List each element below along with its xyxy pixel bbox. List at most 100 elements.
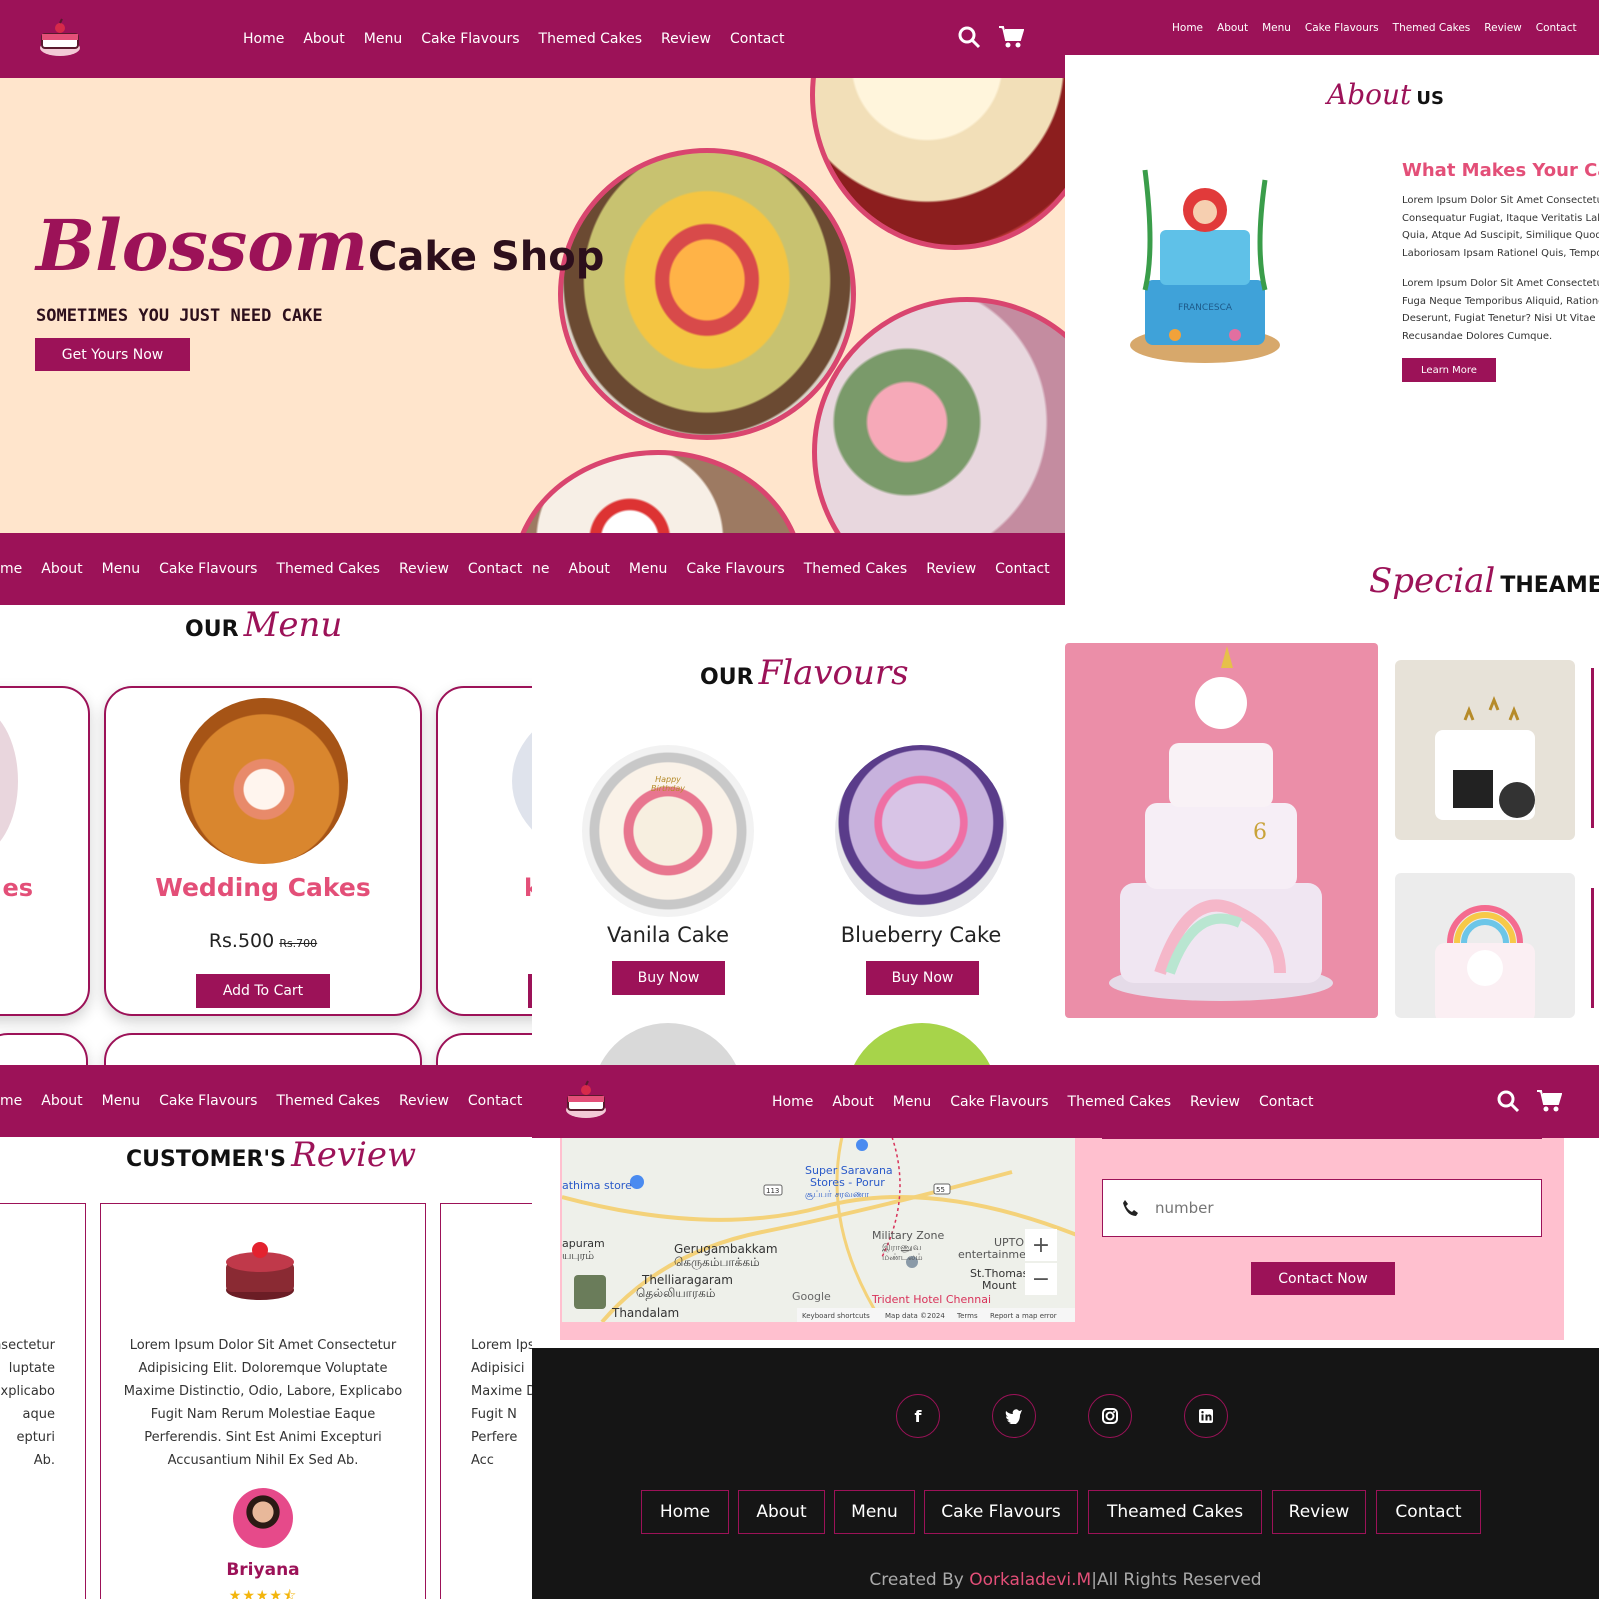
blueberry-buy-now-button[interactable]: Buy Now — [866, 961, 979, 995]
flavours-nav-themed-cakes[interactable]: Themed Cakes — [804, 561, 908, 577]
learn-more-button[interactable]: Learn More — [1402, 358, 1496, 382]
footer-link-menu[interactable]: Menu — [834, 1490, 915, 1534]
review-nav-cake-flavours[interactable]: Cake Flavours — [159, 1093, 257, 1109]
contact-search-icon[interactable] — [1496, 1089, 1520, 1117]
menu-nav-menu[interactable]: Menu — [102, 561, 140, 577]
search-icon[interactable] — [957, 25, 981, 53]
vanila-cake-image: Happy Birthday — [582, 745, 754, 917]
menu-heading: OUR Menu — [185, 605, 342, 645]
menu-nav-themed-cakes[interactable]: Themed Cakes — [276, 561, 380, 577]
hero-section: BlossomCake Shop SOMETIMES YOU JUST NEED… — [0, 0, 1065, 533]
review-text-line: Perfere — [471, 1430, 518, 1445]
nav-home[interactable]: Home — [243, 31, 284, 47]
flavours-nav-contact[interactable]: Contact — [995, 561, 1049, 577]
twitter-icon[interactable] — [992, 1394, 1036, 1438]
map-label: யபுரம் — [562, 1249, 594, 1262]
nav-review[interactable]: Review — [661, 31, 711, 47]
footer-link-about[interactable]: About — [738, 1490, 825, 1534]
about-nav-themed-cakes[interactable]: Themed Cakes — [1393, 22, 1471, 34]
themed-heading-word: THEAMED — [1500, 573, 1599, 598]
facebook-icon[interactable]: f — [896, 1394, 940, 1438]
review-nav-themed-cakes[interactable]: Themed Cakes — [276, 1093, 380, 1109]
menu-nav-review[interactable]: Review — [399, 561, 449, 577]
menu-nav-about[interactable]: About — [41, 561, 82, 577]
themed-heading: Special THEAMED — [1369, 561, 1599, 601]
review-nav-about[interactable]: About — [41, 1093, 82, 1109]
review-text-line: Adipisicing Elit. Doloremque Voluptate — [138, 1361, 388, 1376]
map-keyboard-shortcuts[interactable]: Keyboard shortcuts — [802, 1312, 870, 1320]
phone-input[interactable] — [1155, 1199, 1515, 1217]
contact-nav-review[interactable]: Review — [1190, 1094, 1240, 1110]
about-subheading: What Makes Your Cal — [1402, 160, 1599, 181]
add-to-cart-button[interactable]: Add To Cart — [196, 974, 330, 1008]
contact-cart-icon[interactable] — [1536, 1089, 1563, 1117]
flavours-nav-cake-flavours[interactable]: Cake Flavours — [686, 561, 784, 577]
about-nav-cake-flavours[interactable]: Cake Flavours — [1305, 22, 1379, 34]
footer-link-themed-cakes[interactable]: Theamed Cakes — [1088, 1490, 1262, 1534]
about-nav-about[interactable]: About — [1217, 22, 1248, 34]
menu-nav-cake-flavours[interactable]: Cake Flavours — [159, 561, 257, 577]
contact-nav-cake-flavours[interactable]: Cake Flavours — [950, 1094, 1048, 1110]
footer-link-cake-flavours[interactable]: Cake Flavours — [924, 1490, 1078, 1534]
footer: f Home About Menu Cake Flavours Theamed … — [532, 1348, 1599, 1599]
review-right-text: Lorem Ips Adipisici Maxime D Fugit N Per… — [471, 1334, 532, 1472]
review-left-text: nsectetur luptate Explicabo aque epturi … — [0, 1334, 55, 1472]
nav-menu[interactable]: Menu — [364, 31, 402, 47]
review-nav-menu[interactable]: Menu — [102, 1093, 140, 1109]
get-yours-now-button[interactable]: Get Yours Now — [35, 338, 190, 371]
review-text-line: Accusantium Nihil Ex Sed Ab. — [167, 1453, 359, 1468]
footer-link-contact[interactable]: Contact — [1376, 1490, 1481, 1534]
flavours-nav-menu[interactable]: Menu — [629, 561, 667, 577]
nav-cake-flavours[interactable]: Cake Flavours — [421, 31, 519, 47]
phone-field[interactable] — [1102, 1179, 1542, 1237]
nav-themed-cakes[interactable]: Themed Cakes — [539, 31, 643, 47]
contact-nav-home[interactable]: Home — [772, 1094, 813, 1110]
review-text-line: nsectetur — [0, 1338, 55, 1353]
happy-birthday-topper: Happy Birthday — [651, 775, 685, 793]
map-label: இராணுவ — [882, 1243, 921, 1253]
flavours-nav-review[interactable]: Review — [926, 561, 976, 577]
review-heading-script: Review — [291, 1135, 417, 1175]
contact-nav-menu[interactable]: Menu — [893, 1094, 931, 1110]
footer-link-review[interactable]: Review — [1272, 1490, 1366, 1534]
footer-author-link[interactable]: Oorkaladevi.M — [969, 1570, 1091, 1590]
contact-nav-about[interactable]: About — [832, 1094, 873, 1110]
contact-now-button[interactable]: Contact Now — [1251, 1262, 1395, 1295]
contact-nav-links: Home About Menu Cake Flavours Themed Cak… — [772, 1065, 1313, 1138]
nav-about[interactable]: About — [303, 31, 344, 47]
review-nav-home[interactable]: me — [0, 1093, 22, 1109]
shop-logo[interactable] — [38, 16, 82, 60]
review-nav-review[interactable]: Review — [399, 1093, 449, 1109]
instagram-icon[interactable] — [1088, 1394, 1132, 1438]
map-report-error[interactable]: Report a map error — [990, 1312, 1057, 1320]
linkedin-icon[interactable] — [1184, 1394, 1228, 1438]
about-paragraph-2: Lorem Ipsum Dolor Sit Amet Consectetur F… — [1402, 275, 1599, 345]
menu-section: me About Menu Cake Flavours Themed Cakes… — [0, 533, 532, 1065]
flavours-nav-about[interactable]: About — [569, 561, 610, 577]
nav-contact[interactable]: Contact — [730, 31, 784, 47]
review-nav-contact[interactable]: Contact — [468, 1093, 522, 1109]
vanila-buy-now-button[interactable]: Buy Now — [612, 961, 725, 995]
unicorn-cake-feature-image: 6 — [1065, 643, 1378, 1018]
menu-nav-contact[interactable]: Contact — [468, 561, 522, 577]
about-nav-home[interactable]: Home — [1172, 22, 1203, 34]
about-heading-script: About — [1327, 78, 1412, 111]
location-map[interactable]: Super Saravana Stores - Porur சூப்பர் சர… — [562, 1137, 1075, 1322]
contact-nav-contact[interactable]: Contact — [1259, 1094, 1313, 1110]
map-terms[interactable]: Terms — [956, 1312, 978, 1320]
menu-nav-home[interactable]: me — [0, 561, 22, 577]
about-nav-menu[interactable]: Menu — [1262, 22, 1291, 34]
about-heading-word: US — [1416, 88, 1444, 109]
map-zoom-out-button[interactable]: − — [1025, 1263, 1057, 1295]
flavours-nav-home[interactable]: ne — [532, 561, 550, 577]
menu-card-row2-1 — [0, 1033, 88, 1065]
cart-icon[interactable] — [998, 25, 1025, 53]
map-zoom-in-button[interactable]: + — [1025, 1229, 1057, 1261]
about-nav-review[interactable]: Review — [1484, 22, 1521, 34]
review-text-line: Acc — [471, 1453, 494, 1468]
about-nav-contact[interactable]: Contact — [1536, 22, 1577, 34]
contact-nav-themed-cakes[interactable]: Themed Cakes — [1068, 1094, 1172, 1110]
phone-icon — [1121, 1199, 1139, 1217]
contact-shop-logo[interactable] — [564, 1078, 608, 1122]
footer-link-home[interactable]: Home — [641, 1490, 729, 1534]
